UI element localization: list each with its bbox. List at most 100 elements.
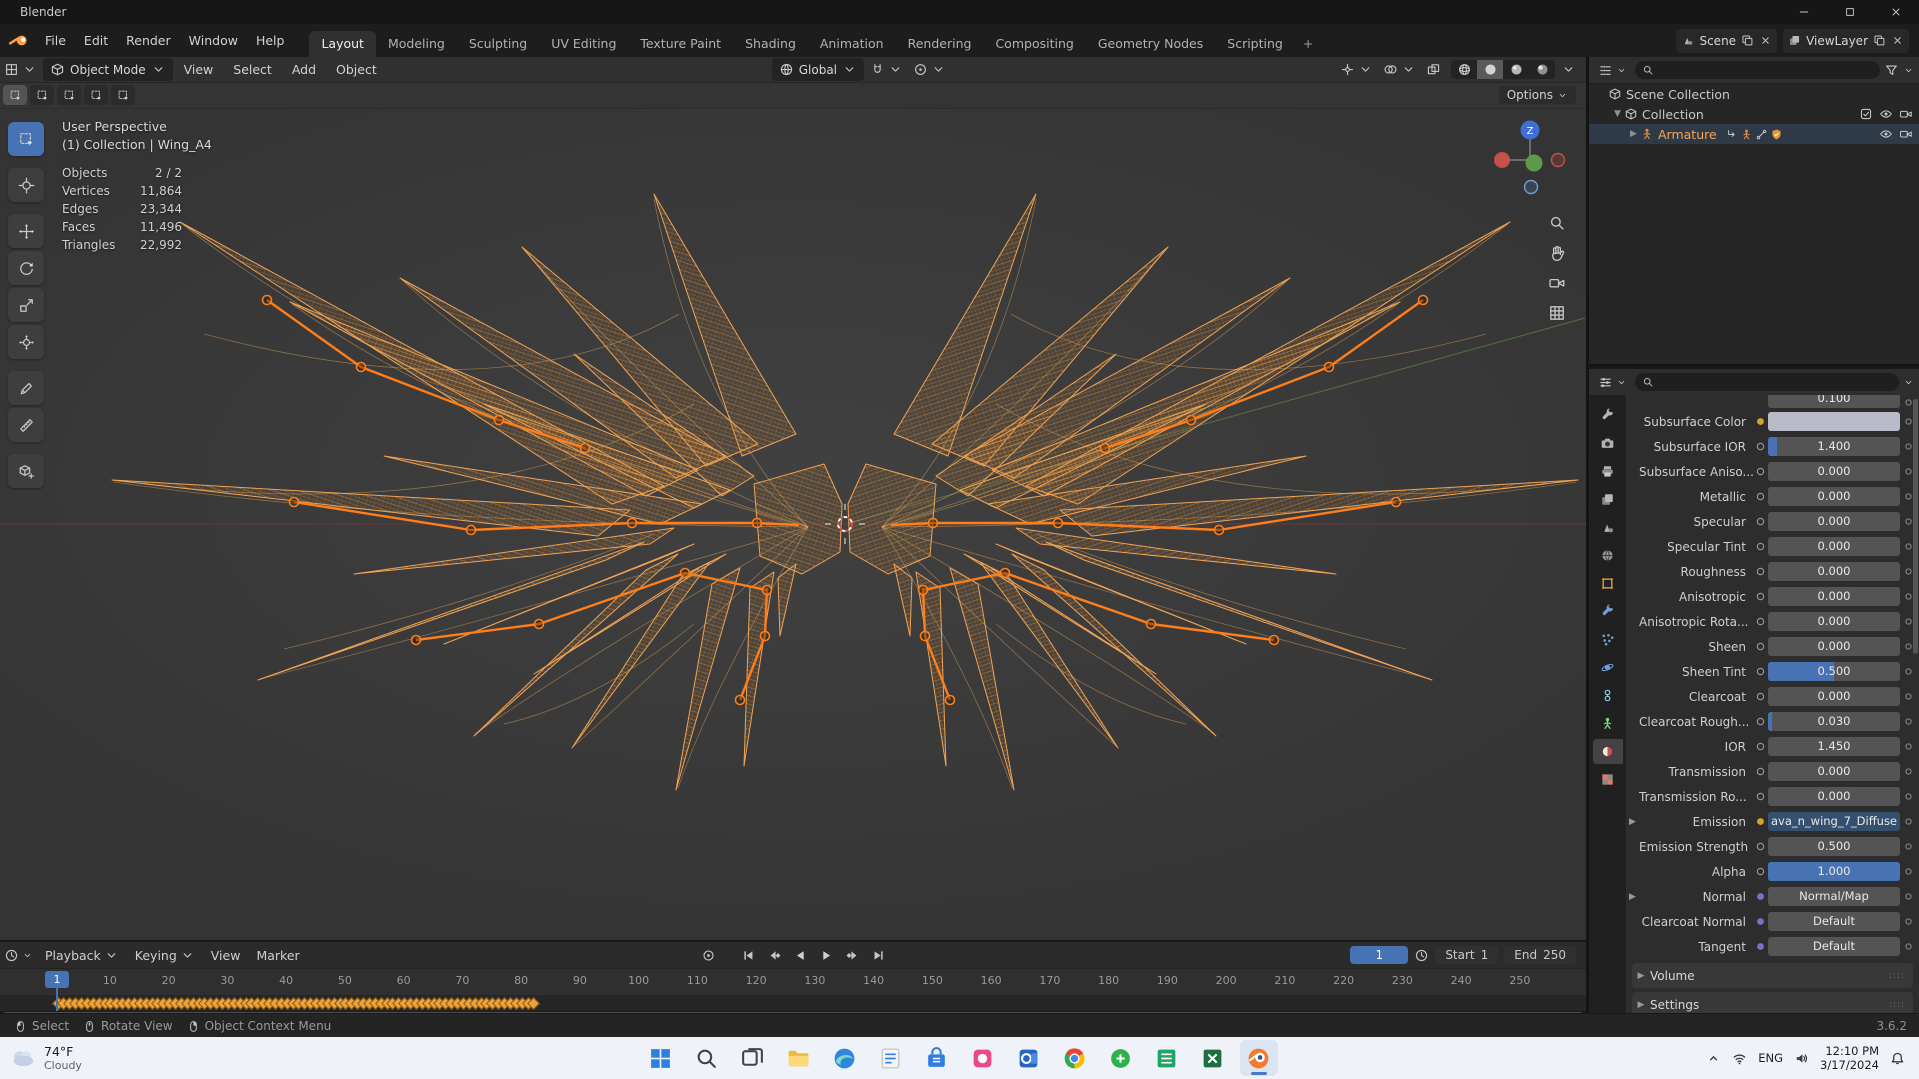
properties-search-input[interactable] <box>1658 374 1892 390</box>
property-field-clearcoat-normal[interactable]: Default <box>1768 912 1900 931</box>
viewport-canvas[interactable] <box>0 82 1586 940</box>
pan-hand-icon[interactable] <box>1548 244 1566 262</box>
property-expander[interactable]: ▶ <box>1626 817 1639 827</box>
input-socket-icon[interactable] <box>1753 791 1768 802</box>
shading-wireframe[interactable] <box>1451 60 1477 79</box>
viewport-menu-object[interactable]: Object <box>327 59 386 81</box>
properties-search[interactable] <box>1635 373 1899 391</box>
camera-icon[interactable] <box>1899 127 1913 141</box>
shading-dropdown[interactable] <box>1557 60 1580 79</box>
property-field-normal[interactable]: Normal/Map <box>1768 887 1900 906</box>
properties-editor-type-button[interactable] <box>1594 373 1631 392</box>
jump-to-end-button[interactable] <box>867 946 889 964</box>
tool-move[interactable] <box>8 214 44 248</box>
tool-rotate[interactable] <box>8 251 44 285</box>
notifications-bell-icon[interactable] <box>1890 1051 1905 1066</box>
input-socket-icon[interactable] <box>1753 491 1768 502</box>
input-socket-icon[interactable] <box>1753 441 1768 452</box>
property-field-alpha[interactable]: 1.000 <box>1768 862 1900 881</box>
tool-cursor[interactable] <box>8 168 44 202</box>
taskbar-icon-chrome[interactable] <box>1056 1040 1094 1076</box>
shading-material[interactable] <box>1503 60 1529 79</box>
property-field-anisotropic[interactable]: 0.000 <box>1768 587 1900 606</box>
property-field-specular-tint[interactable]: 0.000 <box>1768 537 1900 556</box>
viewport-editor-type-button[interactable] <box>0 60 41 79</box>
start-frame-field[interactable]: Start 1 <box>1435 946 1499 964</box>
minimize-button[interactable] <box>1781 0 1827 24</box>
properties-tab-constraints[interactable] <box>1593 683 1623 708</box>
input-socket-icon[interactable] <box>1753 466 1768 477</box>
input-socket-icon[interactable] <box>1753 891 1768 902</box>
tab-modeling[interactable]: Modeling <box>376 31 457 57</box>
property-field-emission[interactable]: ava_n_wing_7_Diffuse <box>1768 812 1900 831</box>
properties-scroll-thumb[interactable] <box>1913 399 1918 655</box>
chevron-down-icon[interactable] <box>1903 65 1914 76</box>
network-icon[interactable] <box>1732 1051 1747 1066</box>
new-icon[interactable] <box>1873 34 1886 47</box>
chevron-down-icon[interactable] <box>1903 377 1914 388</box>
outliner-row-collection[interactable]: ▼ Collection <box>1589 104 1919 124</box>
proportional-editing-toggle[interactable] <box>909 60 950 79</box>
taskbar-icon-store[interactable] <box>918 1040 956 1076</box>
property-field-transmission-ro-[interactable]: 0.000 <box>1768 787 1900 806</box>
unlink-icon[interactable] <box>1891 34 1904 47</box>
input-socket-icon[interactable] <box>1753 641 1768 652</box>
taskbar-icon-blender[interactable] <box>1239 1040 1278 1076</box>
tool-measure[interactable] <box>8 408 44 442</box>
properties-tab-view-layer[interactable] <box>1593 487 1623 512</box>
select-mode-2[interactable] <box>57 85 81 105</box>
taskbar-icon-edge[interactable] <box>826 1040 864 1076</box>
play-button[interactable] <box>815 946 837 964</box>
tab-animation[interactable]: Animation <box>808 31 896 57</box>
menu-window[interactable]: Window <box>180 30 247 52</box>
input-socket-icon[interactable] <box>1753 916 1768 927</box>
input-socket-icon[interactable] <box>1753 416 1768 427</box>
properties-tab-world[interactable] <box>1593 543 1623 568</box>
taskbar-icon-app-pink[interactable] <box>964 1040 1002 1076</box>
select-mode-4[interactable] <box>111 85 135 105</box>
expand-arrow[interactable]: ▶ <box>1627 129 1640 139</box>
outliner-row-scene-collection[interactable]: Scene Collection <box>1589 84 1919 104</box>
input-socket-icon[interactable] <box>1753 941 1768 952</box>
add-workspace-button[interactable]: + <box>1295 31 1321 57</box>
mode-dropdown[interactable]: Object Mode <box>43 58 173 81</box>
taskbar-icon-app-light[interactable] <box>872 1040 910 1076</box>
select-mode-0[interactable] <box>3 85 27 105</box>
properties-tab-tool[interactable] <box>1593 403 1623 428</box>
taskbar-icon-start[interactable] <box>642 1040 680 1076</box>
input-socket-icon[interactable] <box>1753 566 1768 577</box>
overlays-toggle[interactable] <box>1379 60 1420 79</box>
tab-sculpting[interactable]: Sculpting <box>457 31 539 57</box>
properties-tab-material[interactable] <box>1592 739 1623 764</box>
tool-select-box[interactable] <box>8 122 44 156</box>
timeline-ruler[interactable]: 10 20 30 40 50 60 70 80 90 100 110 120 130 140 150 160 1… <box>0 969 1586 995</box>
viewport-3d[interactable]: Options User Perspective (1) Collection … <box>0 82 1586 940</box>
taskbar-icon-file-explorer[interactable] <box>780 1040 818 1076</box>
xray-toggle[interactable] <box>1422 60 1445 79</box>
menu-help[interactable]: Help <box>247 30 294 52</box>
new-icon[interactable] <box>1741 34 1754 47</box>
input-socket-icon[interactable] <box>1753 666 1768 677</box>
navigation-gizmo[interactable]: Z <box>1486 116 1574 207</box>
menu-file[interactable]: File <box>36 30 75 52</box>
property-field-subsurface-aniso-[interactable]: 0.000 <box>1768 462 1900 481</box>
input-socket-icon[interactable] <box>1753 516 1768 527</box>
property-field-clearcoat[interactable]: 0.000 <box>1768 687 1900 706</box>
input-socket-icon[interactable] <box>1753 616 1768 627</box>
property-field-specular[interactable]: 0.000 <box>1768 512 1900 531</box>
property-field-subsurface-ior[interactable]: 1.400 <box>1768 437 1900 456</box>
tool-annotate[interactable] <box>8 371 44 405</box>
property-field-ior[interactable]: 1.450 <box>1768 737 1900 756</box>
outliner-editor-type-button[interactable] <box>1594 61 1631 80</box>
section-settings[interactable]: ▶ Settings:::: <box>1632 992 1913 1015</box>
viewlayer-selector[interactable]: ViewLayer <box>1783 28 1909 53</box>
tool-scale[interactable] <box>8 288 44 322</box>
jump-to-start-button[interactable] <box>737 946 759 964</box>
menu-edit[interactable]: Edit <box>75 30 117 52</box>
input-socket-icon[interactable] <box>1753 816 1768 827</box>
input-socket-icon[interactable] <box>1753 841 1768 852</box>
tab-layout[interactable]: Layout <box>309 31 376 57</box>
property-field-transmission[interactable]: 0.000 <box>1768 762 1900 781</box>
shading-solid[interactable] <box>1477 60 1503 79</box>
tab-compositing[interactable]: Compositing <box>983 31 1085 57</box>
